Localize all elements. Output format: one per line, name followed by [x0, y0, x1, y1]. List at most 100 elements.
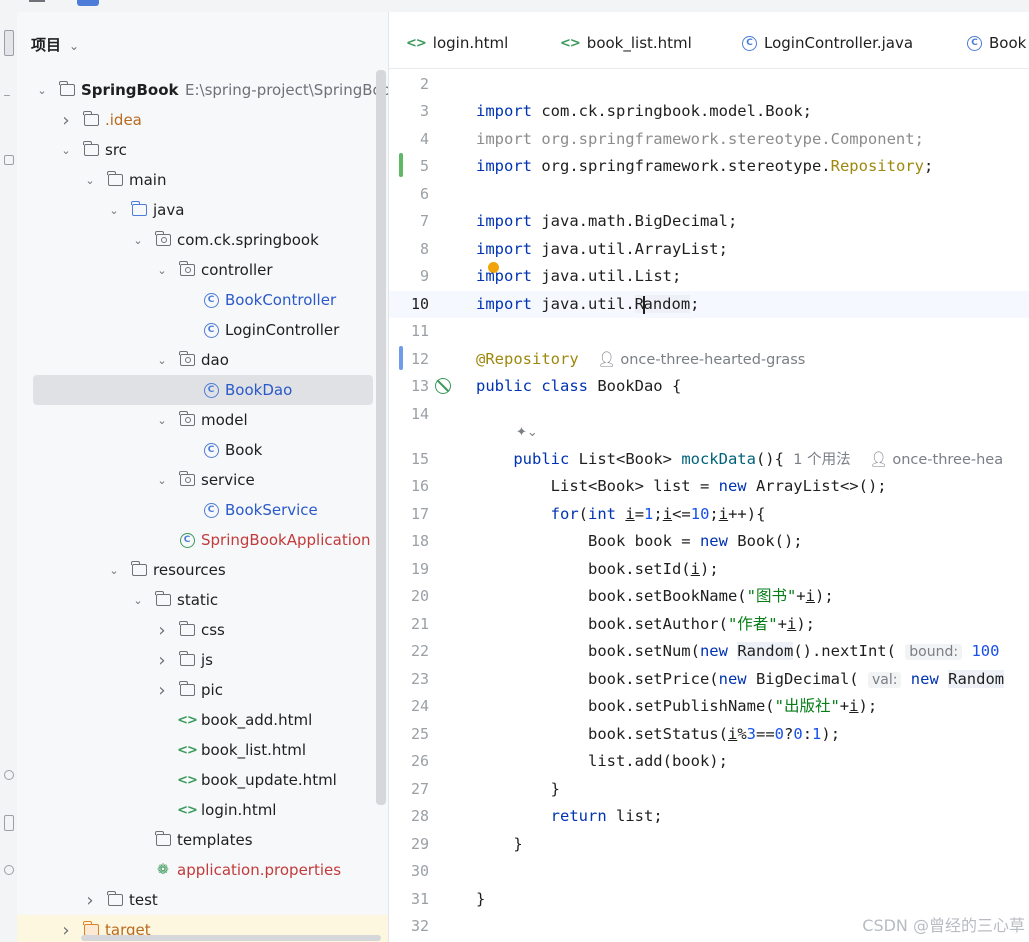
- tool-icon[interactable]: [4, 815, 14, 831]
- chevron-right-icon[interactable]: ›: [59, 110, 73, 131]
- author-hint[interactable]: 👤︎ once-three-hea: [869, 452, 1003, 468]
- tree-item[interactable]: ⌄ model: [17, 405, 388, 435]
- tree-item-label: main: [129, 171, 167, 189]
- project-badge-icon[interactable]: [77, 0, 99, 6]
- tree-item[interactable]: ⌄ static: [17, 585, 388, 615]
- tree-item[interactable]: ⌄ dao: [17, 345, 388, 375]
- tree-item[interactable]: C SpringBookApplication: [17, 525, 388, 555]
- spring-properties-icon: ❁: [157, 862, 169, 878]
- tree-item[interactable]: ⌄ main: [17, 165, 388, 195]
- tree-item[interactable]: ⌄ controller: [17, 255, 388, 285]
- tree-item[interactable]: <> book_add.html: [17, 705, 388, 735]
- folder-icon: [179, 651, 195, 667]
- html-file-icon: <>: [406, 35, 427, 51]
- tree-item[interactable]: › .idea: [17, 105, 388, 135]
- line-number: 10: [410, 295, 429, 313]
- code-editor[interactable]: 2 3 import com.ck.springbook.model.Book; …: [389, 69, 1029, 942]
- tree-item[interactable]: <> book_list.html: [17, 735, 388, 765]
- tree-item[interactable]: › css: [17, 615, 388, 645]
- tab-book-list-html[interactable]: <> book_list.html: [560, 34, 692, 52]
- code-line: 23 book.setPrice(new BigDecimal( val: ne…: [389, 666, 1029, 693]
- tree-item[interactable]: ⌄ java: [17, 195, 388, 225]
- class-icon: C: [203, 322, 219, 338]
- tree-item[interactable]: › test: [17, 885, 388, 915]
- resources-folder-icon: [131, 561, 147, 577]
- chevron-down-icon[interactable]: ⌄: [155, 414, 169, 427]
- main-menu-icon[interactable]: [29, 0, 45, 2]
- code-line: 20 book.setBookName("图书"+i);: [389, 583, 1029, 610]
- tree-item-label: resources: [153, 561, 226, 579]
- tab-login-controller[interactable]: C LoginController.java: [742, 34, 913, 52]
- tool-icon[interactable]: [4, 95, 10, 96]
- chevron-down-icon[interactable]: ⌄: [35, 84, 49, 97]
- tree-item[interactable]: ⌄ SpringBook E:\spring-project\SpringBook: [17, 75, 388, 105]
- line-number: 11: [410, 322, 429, 340]
- tree-item[interactable]: C Book: [17, 435, 388, 465]
- code-line-current: 10 import java.util.Random;: [389, 291, 1029, 318]
- tab-book[interactable]: C Book: [967, 34, 1026, 52]
- chevron-down-icon[interactable]: ⌄: [107, 564, 121, 577]
- no-run-icon[interactable]: [435, 378, 451, 394]
- chevron-down-icon[interactable]: ⌄: [131, 594, 145, 607]
- code-line: 29 }: [389, 831, 1029, 858]
- tool-icon[interactable]: [4, 865, 14, 875]
- string-literal: "出版社": [774, 697, 840, 715]
- folder-icon: [83, 141, 99, 157]
- folder-icon: [107, 171, 123, 187]
- tree-item-label: java: [153, 201, 185, 219]
- tree-item[interactable]: C BookDao: [17, 375, 388, 405]
- usages-hint[interactable]: 1 个用法: [793, 452, 850, 468]
- tree-item[interactable]: C BookService: [17, 495, 388, 525]
- tree-item[interactable]: ❁ application.properties: [17, 855, 388, 885]
- code-line: 25 book.setStatus(i%3==0?0:1);: [389, 721, 1029, 748]
- project-panel-header[interactable]: 项目 ⌄: [31, 34, 79, 55]
- param-hint: val:: [867, 672, 902, 688]
- chevron-down-icon[interactable]: ⌄: [155, 354, 169, 367]
- chevron-down-icon[interactable]: ⌄: [83, 174, 97, 187]
- tab-login-html[interactable]: <> login.html: [406, 34, 508, 52]
- tree-item[interactable]: C LoginController: [17, 315, 388, 345]
- chevron-right-icon[interactable]: ›: [155, 680, 169, 701]
- chevron-down-icon[interactable]: ⌄: [107, 204, 121, 217]
- chevron-right-icon[interactable]: ›: [155, 650, 169, 671]
- vertical-scrollbar[interactable]: [376, 70, 386, 805]
- chevron-down-icon[interactable]: ⌄: [59, 144, 73, 157]
- project-tool-icon[interactable]: [4, 30, 14, 56]
- html-file-icon: <>: [177, 712, 198, 728]
- code-line: 22 book.setNum(new Random().nextInt( bou…: [389, 638, 1029, 665]
- tree-item-label: service: [201, 471, 255, 489]
- chevron-right-icon[interactable]: ›: [59, 920, 73, 941]
- tree-item-label: LoginController: [225, 321, 340, 339]
- chevron-right-icon[interactable]: ›: [155, 620, 169, 641]
- tree-item[interactable]: ⌄ com.ck.springbook: [17, 225, 388, 255]
- tree-item-label: book_update.html: [201, 771, 337, 789]
- horizontal-scrollbar[interactable]: [81, 935, 381, 941]
- line-number: 17: [410, 505, 429, 523]
- tree-item[interactable]: ⌄ resources: [17, 555, 388, 585]
- tree-item[interactable]: <> login.html: [17, 795, 388, 825]
- ai-assist-icon[interactable]: ✦⌄: [516, 425, 538, 440]
- tree-item[interactable]: ⌄ service: [17, 465, 388, 495]
- chevron-down-icon[interactable]: ⌄: [155, 264, 169, 277]
- author-hint[interactable]: 👤︎ once-three-hearted-grass: [597, 352, 805, 368]
- code-line: 24 book.setPublishName("出版社"+i);: [389, 693, 1029, 720]
- chevron-down-icon[interactable]: ⌄: [155, 474, 169, 487]
- tree-item[interactable]: <> book_update.html: [17, 765, 388, 795]
- spring-boot-class-icon: C: [179, 532, 195, 548]
- tree-item[interactable]: › js: [17, 645, 388, 675]
- chevron-right-icon[interactable]: ›: [83, 890, 97, 911]
- tab-label: login.html: [432, 34, 509, 52]
- chevron-down-icon[interactable]: ⌄: [69, 39, 79, 53]
- tree-item[interactable]: › pic: [17, 675, 388, 705]
- tree-item[interactable]: templates: [17, 825, 388, 855]
- line-number: 14: [410, 405, 429, 423]
- tree-item[interactable]: C BookController: [17, 285, 388, 315]
- chevron-down-icon[interactable]: ⌄: [131, 234, 145, 247]
- tool-icon[interactable]: [4, 155, 14, 165]
- tree-item-label: .idea: [105, 111, 142, 129]
- tool-icon[interactable]: [4, 770, 14, 780]
- text-cursor: [643, 295, 645, 314]
- tree-item[interactable]: ⌄ src: [17, 135, 388, 165]
- line-number: 30: [410, 862, 429, 880]
- tree-item-label: css: [201, 621, 225, 639]
